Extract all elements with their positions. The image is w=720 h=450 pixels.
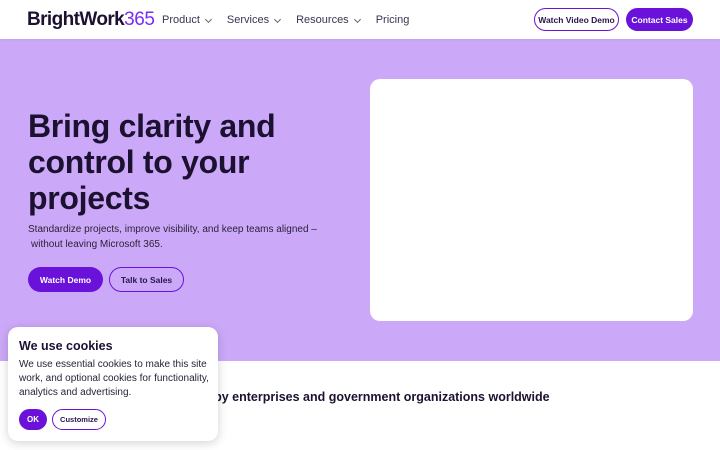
nav-label: Resources [296,14,349,26]
site-header: BrightWork365 Product Services Resources… [0,0,720,39]
watch-video-demo-button[interactable]: Watch Video Demo [534,8,619,31]
contact-sales-button[interactable]: Contact Sales [626,8,693,31]
cookie-customize-button[interactable]: Customize [52,409,106,430]
main-nav: Product Services Resources Pricing [162,14,425,27]
nav-item-resources[interactable]: Resources [296,14,361,27]
brightwork-logo[interactable]: BrightWork365 [27,10,155,30]
nav-label: Pricing [375,14,410,26]
chevron-down-icon [353,15,361,23]
nav-item-pricing[interactable]: Pricing [376,14,410,27]
logo-number: 365 [124,9,155,30]
nav-item-product[interactable]: Product [162,14,212,27]
cookie-ok-button[interactable]: OK [19,409,47,430]
cookie-title: We use cookies [19,339,113,353]
hero-subtitle-line1: Standardize projects, improve visibility… [28,224,317,235]
logo-word: BrightWork [27,9,125,30]
nav-item-services[interactable]: Services [226,14,282,27]
nav-label: Product [162,14,200,26]
watch-demo-button[interactable]: Watch Demo [28,267,103,292]
hero-subtitle: Standardize projects, improve visibility… [28,223,328,252]
chevron-down-icon [204,15,212,23]
hero-media-placeholder [370,79,693,321]
trusted-heading: d by enterprises and government organiza… [203,390,550,404]
nav-label: Services [226,14,270,26]
chevron-down-icon [274,15,282,23]
hero-subtitle-line2: without leaving Microsoft 365. [31,238,163,250]
hero-title: Bring clarity and control to your projec… [28,108,276,216]
talk-to-sales-button[interactable]: Talk to Sales [109,267,184,292]
cookie-banner: We use cookies We use essential cookies … [8,327,218,441]
cookie-text: We use essential cookies to make this si… [19,359,209,398]
